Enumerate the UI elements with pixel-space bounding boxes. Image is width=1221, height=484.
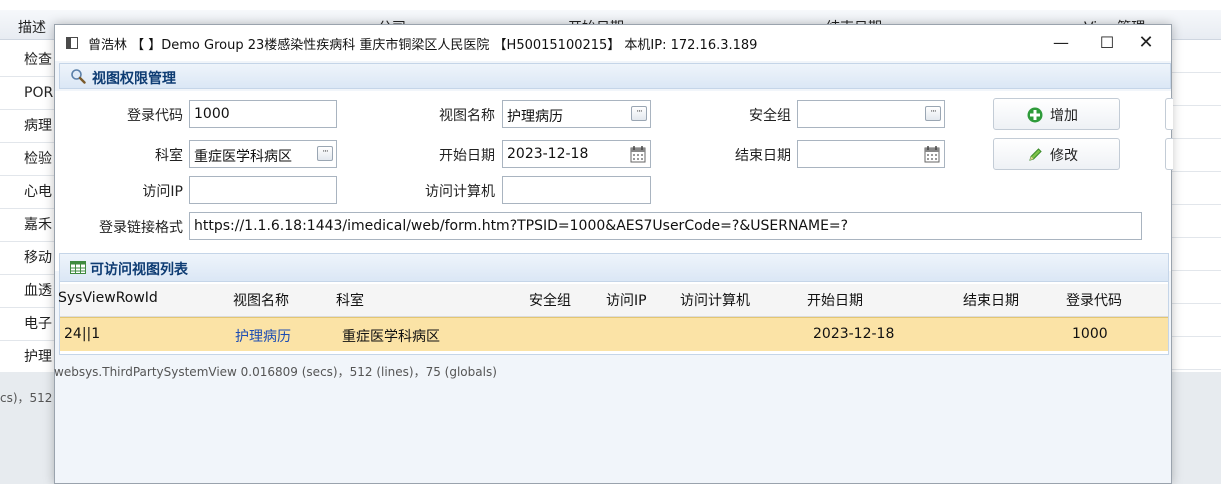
table-panel-header: 可访问视图列表 bbox=[60, 254, 1168, 282]
col-start-date[interactable]: 开始日期 bbox=[807, 290, 863, 310]
start-date-label: 开始日期 bbox=[439, 148, 495, 164]
access-computer-input[interactable] bbox=[502, 176, 651, 204]
col-security-group[interactable]: 安全组 bbox=[529, 290, 571, 310]
login-url-format-label: 登录链接格式 bbox=[99, 220, 183, 236]
login-url-format-input[interactable]: https://1.1.6.18:1443/imedical/web/form.… bbox=[189, 212, 1142, 240]
bg-list-item[interactable]: 电子 bbox=[0, 308, 56, 341]
add-button[interactable]: 增加 bbox=[993, 98, 1120, 130]
security-group-label: 安全组 bbox=[749, 108, 791, 124]
permission-form: 登录代码 1000 视图名称 护理病历 ··· 安全组 ··· 增加 科室 重症… bbox=[55, 91, 1173, 271]
view-permission-panel-header: 视图权限管理 bbox=[59, 63, 1171, 89]
edit-button-label: 修改 bbox=[1050, 148, 1078, 164]
calendar-icon[interactable] bbox=[924, 145, 940, 163]
cell-login-code: 1000 bbox=[1072, 326, 1108, 342]
cell-start-date: 2023-12-18 bbox=[813, 326, 895, 342]
department-label: 科室 bbox=[155, 148, 183, 164]
background-right-column bbox=[1172, 40, 1221, 372]
status-text: websys.ThirdPartySystemView 0.016809 (se… bbox=[54, 365, 497, 379]
view-name-input[interactable]: 护理病历 ··· bbox=[502, 100, 651, 128]
pencil-icon bbox=[1029, 148, 1042, 161]
cell-view-name-link[interactable]: 护理病历 bbox=[235, 326, 291, 346]
window-title: 曾浩林 【 】Demo Group 23楼感染性疾病科 重庆市铜梁区人民医院 【… bbox=[88, 38, 758, 53]
end-date-label: 结束日期 bbox=[735, 148, 791, 164]
col-department[interactable]: 科室 bbox=[336, 290, 364, 310]
col-end-date[interactable]: 结束日期 bbox=[963, 290, 1019, 310]
access-ip-input[interactable] bbox=[189, 176, 337, 204]
security-group-input[interactable]: ··· bbox=[797, 100, 945, 128]
table-title: 可访问视图列表 bbox=[90, 262, 188, 278]
bg-list-item[interactable]: POR bbox=[0, 77, 56, 110]
app-icon bbox=[66, 37, 78, 49]
department-lookup-button[interactable]: ··· bbox=[317, 146, 333, 161]
bg-list-item[interactable]: 移动 bbox=[0, 242, 56, 275]
bg-list-item[interactable]: 血透 bbox=[0, 275, 56, 308]
calendar-icon[interactable] bbox=[630, 145, 646, 163]
department-input[interactable]: 重症医学科病区 ··· bbox=[189, 140, 337, 168]
extra-button[interactable] bbox=[1165, 98, 1173, 130]
cell-sysviewrowid: 24||1 bbox=[64, 326, 101, 342]
bg-col-description: 描述 bbox=[18, 20, 46, 36]
search-icon bbox=[71, 69, 86, 84]
col-access-computer[interactable]: 访问计算机 bbox=[680, 290, 750, 310]
bg-list-item[interactable]: 嘉禾 bbox=[0, 209, 56, 242]
table-icon bbox=[70, 261, 86, 274]
access-computer-label: 访问计算机 bbox=[425, 184, 495, 200]
window-titlebar[interactable]: 曾浩林 【 】Demo Group 23楼感染性疾病科 重庆市铜梁区人民医院 【… bbox=[55, 25, 1171, 61]
bg-list-item[interactable]: 护理 bbox=[0, 341, 56, 374]
col-login-code[interactable]: 登录代码 bbox=[1066, 290, 1122, 310]
accessible-view-list: 可访问视图列表 SysViewRowId 视图名称 科室 安全组 访问IP 访问… bbox=[58, 253, 1169, 355]
col-sysviewrowid[interactable]: SysViewRowId bbox=[58, 290, 158, 306]
end-date-input[interactable] bbox=[797, 140, 945, 168]
extra-button[interactable] bbox=[1165, 138, 1173, 170]
view-name-label: 视图名称 bbox=[439, 108, 495, 124]
bg-list-item[interactable]: 检验 bbox=[0, 143, 56, 176]
view-name-lookup-button[interactable]: ··· bbox=[631, 106, 647, 121]
panel-title: 视图权限管理 bbox=[92, 71, 176, 87]
access-ip-label: 访问IP bbox=[142, 184, 183, 200]
close-button[interactable]: ✕ bbox=[1123, 25, 1169, 61]
view-permission-window: 曾浩林 【 】Demo Group 23楼感染性疾病科 重庆市铜梁区人民医院 【… bbox=[54, 24, 1173, 484]
table-row[interactable]: 24||1 护理病历 重症医学科病区 2023-12-18 1000 bbox=[60, 317, 1168, 351]
col-access-ip[interactable]: 访问IP bbox=[606, 290, 647, 310]
edit-button[interactable]: 修改 bbox=[993, 138, 1120, 170]
minimize-button[interactable]: — bbox=[1038, 25, 1084, 61]
bg-list-item[interactable]: 检查 bbox=[0, 44, 56, 77]
col-view-name[interactable]: 视图名称 bbox=[233, 290, 289, 310]
start-date-input[interactable]: 2023-12-18 bbox=[502, 140, 651, 168]
cell-department: 重症医学科病区 bbox=[342, 329, 440, 345]
bg-list-item[interactable]: 病理 bbox=[0, 110, 56, 143]
login-code-input[interactable]: 1000 bbox=[189, 100, 337, 128]
login-code-label: 登录代码 bbox=[127, 108, 183, 124]
security-group-lookup-button[interactable]: ··· bbox=[925, 106, 941, 121]
plus-icon bbox=[1027, 107, 1043, 123]
background-status-left: cs)，512 bbox=[0, 391, 53, 405]
bg-list-item[interactable]: 心电 bbox=[0, 176, 56, 209]
table-column-header: SysViewRowId 视图名称 科室 安全组 访问IP 访问计算机 开始日期… bbox=[58, 284, 1168, 317]
add-button-label: 增加 bbox=[1050, 108, 1078, 124]
